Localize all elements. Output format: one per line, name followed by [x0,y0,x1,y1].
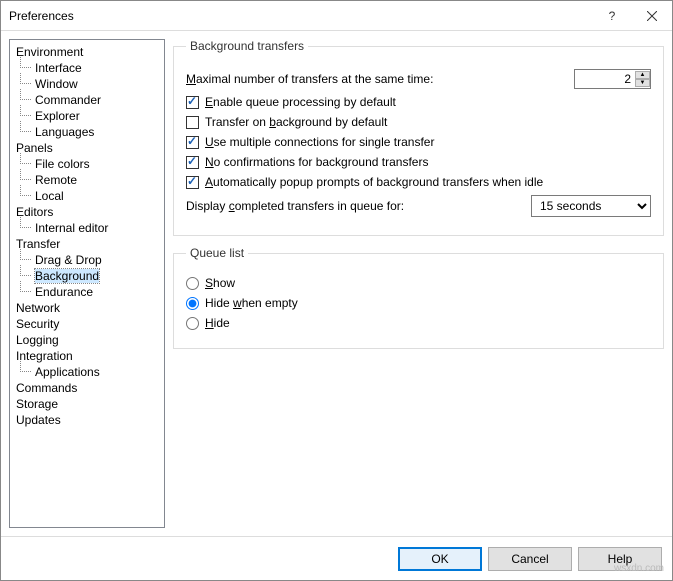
category-tree[interactable]: EnvironmentInterfaceWindowCommanderExplo… [9,39,165,528]
queue-show-label: Show [205,276,235,290]
watermark: wsxdn.com [614,563,664,574]
tree-item-transfer[interactable]: Transfer [12,236,162,252]
tree-item-applications[interactable]: Applications [12,364,162,380]
display-completed-select[interactable]: 15 seconds [531,195,651,217]
spin-up-icon[interactable]: ▲ [635,71,650,79]
queue-hide-label: Hide [205,316,230,330]
transfer-background-label: Transfer on background by default [205,115,387,129]
queue-hide-radio[interactable] [186,317,199,330]
queue-show-radio[interactable] [186,277,199,290]
tree-item-background[interactable]: Background [12,268,162,284]
cancel-button[interactable]: Cancel [488,547,572,571]
no-confirmations-checkbox[interactable] [186,156,199,169]
tree-item-storage[interactable]: Storage [12,396,162,412]
transfer-background-checkbox[interactable] [186,116,199,129]
window-title: Preferences [9,9,592,23]
tree-item-explorer[interactable]: Explorer [12,108,162,124]
tree-item-integration[interactable]: Integration [12,348,162,364]
tree-item-window[interactable]: Window [12,76,162,92]
enable-queue-checkbox[interactable] [186,96,199,109]
multi-connections-checkbox[interactable] [186,136,199,149]
tree-item-languages[interactable]: Languages [12,124,162,140]
auto-popup-checkbox[interactable] [186,176,199,189]
display-completed-label: Display completed transfers in queue for… [186,199,404,213]
queue-hide-when-empty-radio[interactable] [186,297,199,310]
max-transfers-spinner[interactable]: ▲ ▼ [574,69,651,89]
tree-item-network[interactable]: Network [12,300,162,316]
tree-item-local[interactable]: Local [12,188,162,204]
tree-item-drag-drop[interactable]: Drag & Drop [12,252,162,268]
tree-item-panels[interactable]: Panels [12,140,162,156]
tree-item-security[interactable]: Security [12,316,162,332]
tree-item-file-colors[interactable]: File colors [12,156,162,172]
group-legend: Queue list [186,246,248,260]
preferences-dialog: Preferences ? EnvironmentInterfaceWindow… [0,0,673,581]
tree-item-remote[interactable]: Remote [12,172,162,188]
auto-popup-label: Automatically popup prompts of backgroun… [205,175,543,189]
close-icon[interactable] [632,2,672,30]
enable-queue-label: Enable queue processing by default [205,95,396,109]
queue-hide-when-empty-label: Hide when empty [205,296,298,310]
tree-item-commands[interactable]: Commands [12,380,162,396]
tree-item-endurance[interactable]: Endurance [12,284,162,300]
max-transfers-label: Maximal number of transfers at the same … [186,72,433,86]
titlebar: Preferences ? [1,1,672,31]
dialog-footer: OK Cancel Help [1,536,672,580]
multi-connections-label: Use multiple connections for single tran… [205,135,434,149]
queue-list-group: Queue list Show Hide when empty Hide [173,246,664,349]
group-legend: Background transfers [186,39,308,53]
tree-item-commander[interactable]: Commander [12,92,162,108]
tree-item-environment[interactable]: Environment [12,44,162,60]
no-confirmations-label: No confirmations for background transfer… [205,155,428,169]
tree-item-updates[interactable]: Updates [12,412,162,428]
tree-item-logging[interactable]: Logging [12,332,162,348]
background-transfers-group: Background transfers Maximal number of t… [173,39,664,236]
spin-down-icon[interactable]: ▼ [635,79,650,87]
tree-item-interface[interactable]: Interface [12,60,162,76]
tree-item-editors[interactable]: Editors [12,204,162,220]
tree-item-internal-editor[interactable]: Internal editor [12,220,162,236]
help-icon[interactable]: ? [592,2,632,30]
max-transfers-input[interactable] [575,70,635,88]
ok-button[interactable]: OK [398,547,482,571]
